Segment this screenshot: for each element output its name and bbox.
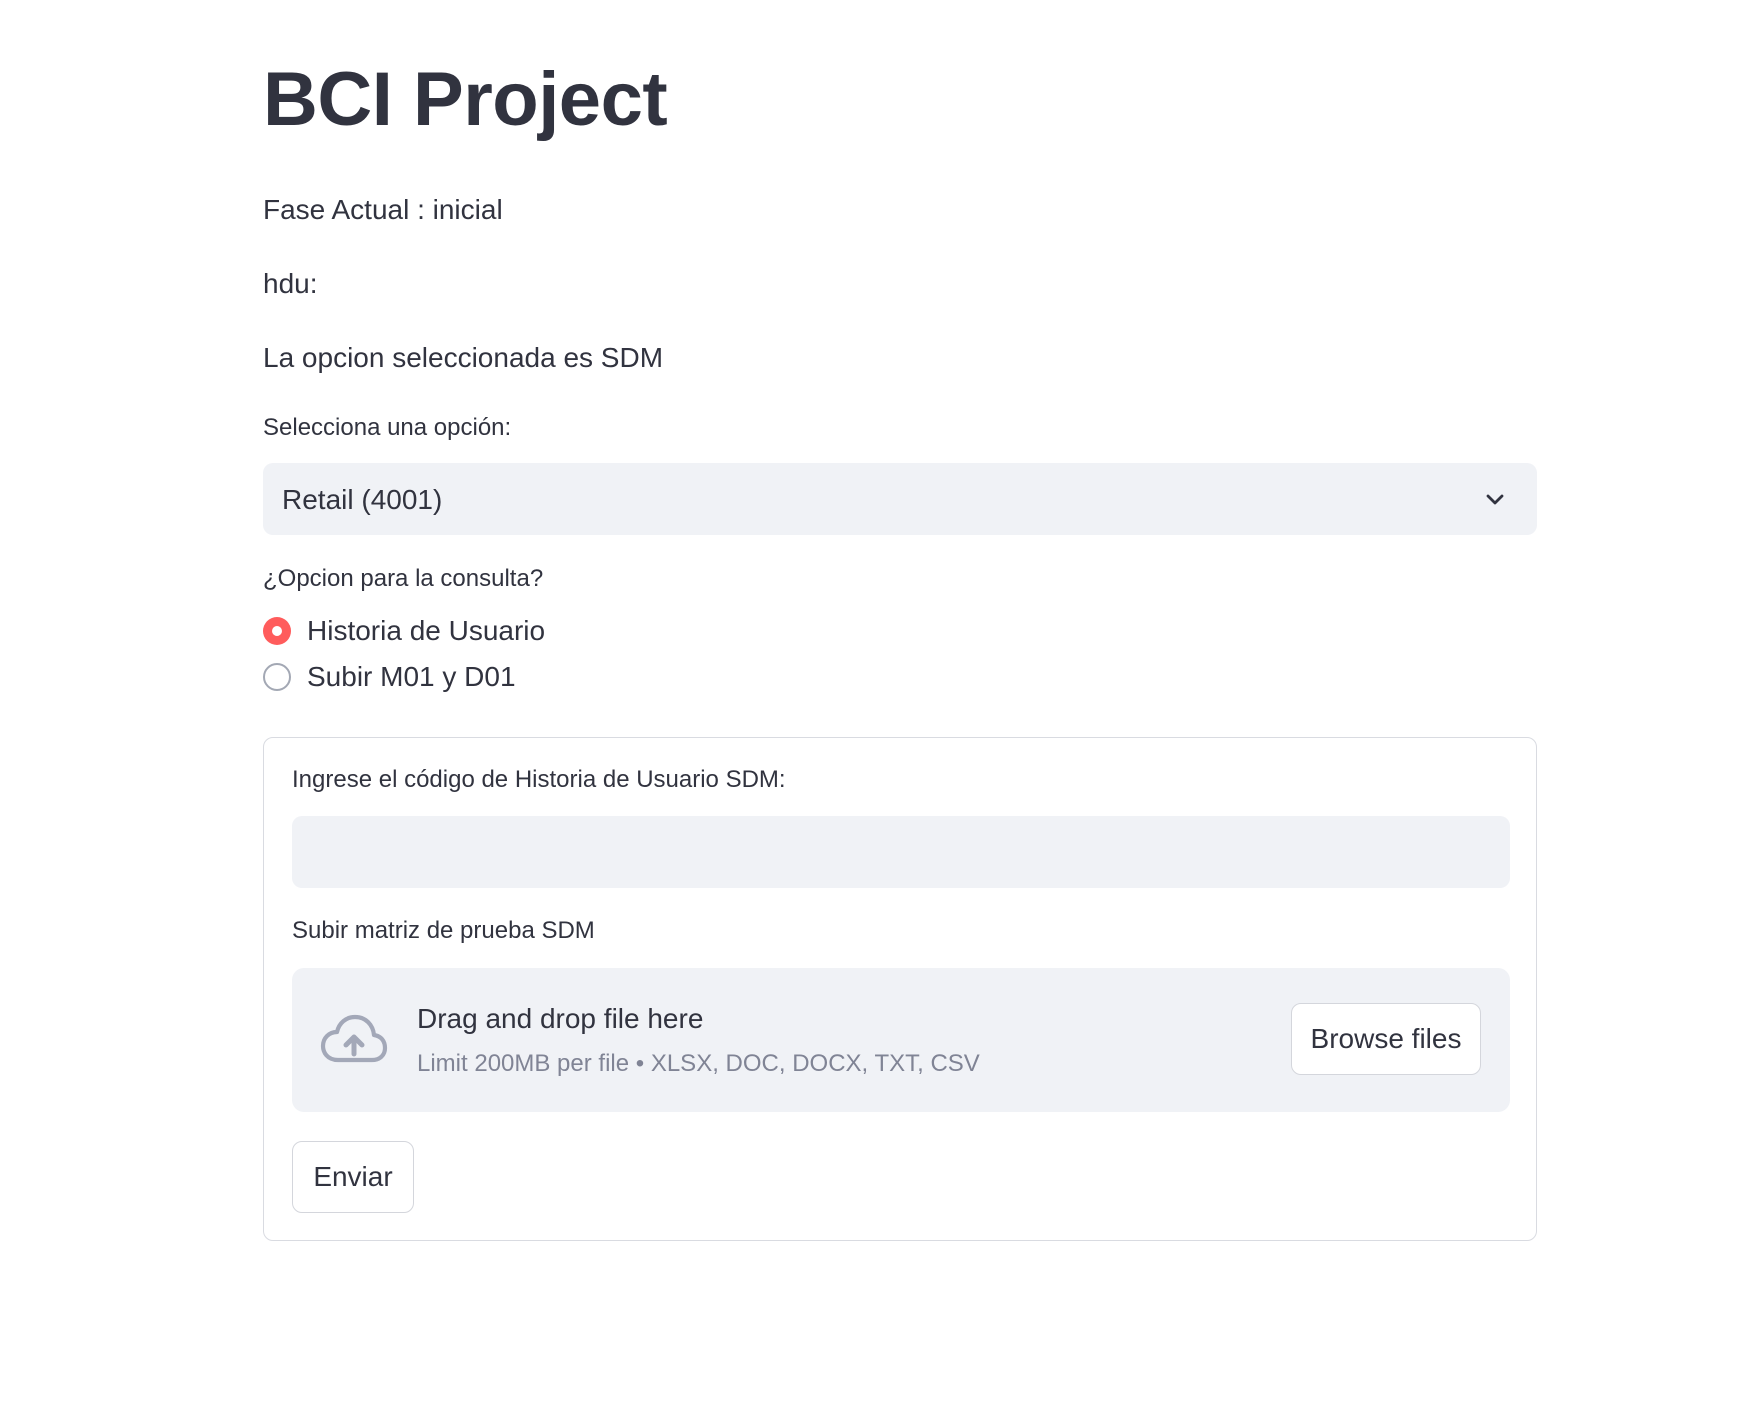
radio-selected-icon bbox=[263, 617, 291, 645]
radio-unselected-icon bbox=[263, 663, 291, 691]
cloud-upload-icon bbox=[320, 1014, 388, 1063]
radio-option-label: Historia de Usuario bbox=[307, 615, 546, 647]
selected-option-text: La opcion seleccionada es SDM bbox=[263, 342, 664, 373]
browse-files-button[interactable]: Browse files bbox=[1291, 1003, 1481, 1075]
upload-label: Subir matriz de prueba SDM bbox=[292, 917, 595, 944]
radio-option-subir[interactable]: Subir M01 y D01 bbox=[263, 659, 516, 695]
code-input[interactable] bbox=[292, 816, 1510, 888]
phase-text: Fase Actual : inicial bbox=[263, 194, 503, 225]
dropzone-limit-text: Limit 200MB per file • XLSX, DOC, DOCX, … bbox=[417, 1050, 980, 1077]
hdu-text: hdu: bbox=[263, 268, 318, 299]
query-form: Ingrese el código de Historia de Usuario… bbox=[263, 737, 1537, 1241]
select-value: Retail (4001) bbox=[282, 484, 443, 515]
radio-option-historia[interactable]: Historia de Usuario bbox=[263, 613, 545, 649]
submit-button[interactable]: Enviar bbox=[292, 1141, 414, 1213]
radio-option-label: Subir M01 y D01 bbox=[307, 661, 516, 693]
radio-group-label: ¿Opcion para la consulta? bbox=[263, 565, 544, 592]
dropzone-main-text: Drag and drop file here bbox=[417, 1003, 704, 1034]
page-title: BCI Project bbox=[263, 57, 668, 142]
file-dropzone[interactable]: Drag and drop file here Limit 200MB per … bbox=[292, 968, 1510, 1112]
option-select[interactable]: Retail (4001) bbox=[263, 463, 1537, 535]
chevron-down-icon bbox=[1486, 494, 1504, 505]
code-input-label: Ingrese el código de Historia de Usuario… bbox=[292, 766, 786, 793]
select-label: Selecciona una opción: bbox=[263, 414, 512, 441]
